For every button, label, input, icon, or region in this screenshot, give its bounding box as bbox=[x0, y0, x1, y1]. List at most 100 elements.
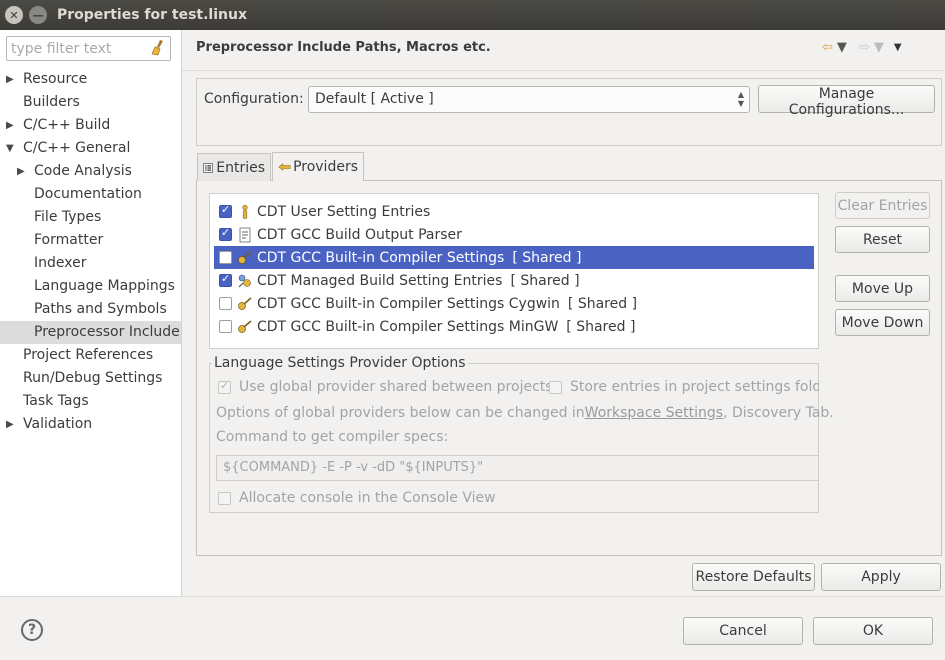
forward-dropdown-icon[interactable]: ▼ bbox=[874, 40, 884, 55]
provider-checkbox[interactable] bbox=[219, 226, 232, 241]
help-icon[interactable]: ? bbox=[21, 619, 43, 641]
providers-icon bbox=[278, 163, 291, 171]
view-menu-icon[interactable]: ▼ bbox=[894, 42, 902, 53]
cancel-button[interactable]: Cancel bbox=[683, 617, 803, 645]
tab-entries-label: Entries bbox=[216, 159, 265, 176]
command-label: Command to get compiler specs: bbox=[216, 429, 449, 445]
window-title: Properties for test.linux bbox=[57, 7, 247, 23]
provider-checkbox[interactable] bbox=[219, 297, 232, 310]
nav-item-label: Documentation bbox=[34, 186, 142, 202]
nav-item[interactable]: File Types bbox=[0, 206, 181, 229]
provider-checkbox[interactable] bbox=[219, 272, 232, 287]
provider-name: CDT Managed Build Setting Entries bbox=[257, 272, 503, 289]
forward-arrow-icon[interactable]: ⇨ bbox=[859, 40, 870, 55]
nav-item[interactable]: ▶ Validation bbox=[0, 413, 181, 436]
manage-configurations-button[interactable]: Manage Configurations... bbox=[758, 85, 935, 118]
allocate-console-checkbox[interactable] bbox=[218, 491, 231, 505]
build-output-icon bbox=[237, 227, 257, 243]
nav-item-label: Project References bbox=[23, 347, 154, 363]
user-settings-icon bbox=[237, 204, 257, 220]
nav-item-label: File Types bbox=[34, 209, 102, 225]
nav-item[interactable]: Task Tags bbox=[0, 390, 181, 413]
use-global-provider-option[interactable]: Use global provider shared between proje… bbox=[218, 379, 553, 395]
collapsed-arrow-icon[interactable]: ▶ bbox=[6, 68, 14, 91]
expanded-arrow-icon[interactable]: ▼ bbox=[6, 137, 14, 160]
provider-checkbox[interactable] bbox=[219, 203, 232, 218]
provider-name: CDT GCC Built-in Compiler Settings MinGW bbox=[257, 318, 559, 335]
provider-row[interactable]: CDT GCC Built-in Compiler Settings [ Shar… bbox=[214, 246, 814, 269]
ok-button[interactable]: OK bbox=[813, 617, 933, 645]
nav-item-label: Task Tags bbox=[23, 393, 89, 409]
apply-button[interactable]: Apply bbox=[821, 563, 941, 591]
store-entries-option[interactable]: Store entries in project settings folde bbox=[549, 379, 819, 395]
workspace-settings-link[interactable]: Workspace Settings bbox=[585, 405, 723, 421]
reset-button[interactable]: Reset bbox=[835, 226, 930, 253]
collapsed-arrow-icon[interactable]: ▶ bbox=[6, 114, 14, 137]
configuration-label: Configuration: bbox=[204, 91, 304, 107]
close-window-button[interactable]: ✕ bbox=[5, 6, 23, 24]
store-entries-label: Store entries in project settings folde bbox=[570, 379, 819, 395]
nav-item[interactable]: ▶ C/C++ Build bbox=[0, 114, 181, 137]
nav-item-label: C/C++ Build bbox=[23, 117, 111, 133]
use-global-provider-checkbox[interactable] bbox=[218, 379, 231, 394]
configuration-select[interactable]: Default [ Active ] ▲ ▼ bbox=[308, 86, 750, 113]
history-nav: ⇦ ▼ ⇨ ▼ ▼ bbox=[822, 40, 902, 55]
nav-item[interactable]: Paths and Symbols bbox=[0, 298, 181, 321]
move-down-button[interactable]: Move Down bbox=[835, 309, 930, 336]
provider-checkbox[interactable] bbox=[219, 320, 232, 333]
nav-item-label: Code Analysis bbox=[34, 163, 132, 179]
nav-item-label: Language Mappings bbox=[34, 278, 175, 294]
provider-row[interactable]: CDT GCC Built-in Compiler Settings MinGW… bbox=[214, 315, 814, 338]
nav-item-label: Formatter bbox=[34, 232, 104, 248]
collapsed-arrow-icon[interactable]: ▶ bbox=[6, 413, 14, 436]
nav-item-label: Preprocessor Include bbox=[34, 324, 180, 340]
tab-entries[interactable]: Entries bbox=[197, 153, 271, 181]
nav-item[interactable]: Documentation bbox=[0, 183, 181, 206]
nav-item[interactable]: Language Mappings bbox=[0, 275, 181, 298]
minimize-window-button[interactable]: — bbox=[29, 6, 47, 24]
nav-item[interactable]: Builders bbox=[0, 91, 181, 114]
allocate-console-option[interactable]: Allocate console in the Console View bbox=[218, 490, 496, 506]
back-dropdown-icon[interactable]: ▼ bbox=[837, 40, 847, 55]
compiler-settings-icon bbox=[237, 296, 257, 312]
tab-providers[interactable]: Providers bbox=[272, 152, 364, 181]
provider-name: CDT User Setting Entries bbox=[257, 203, 431, 220]
nav-item[interactable]: Formatter bbox=[0, 229, 181, 252]
move-up-button[interactable]: Move Up bbox=[835, 275, 930, 302]
nav-item[interactable]: ▶ Resource bbox=[0, 68, 181, 91]
provider-shared-tag: [ Shared ] bbox=[510, 272, 580, 289]
filter-box bbox=[6, 36, 171, 61]
store-entries-checkbox[interactable] bbox=[549, 380, 562, 394]
provider-checkbox[interactable] bbox=[219, 251, 232, 264]
nav-item-label: Run/Debug Settings bbox=[23, 370, 163, 386]
provider-row[interactable]: CDT User Setting Entries bbox=[214, 200, 814, 223]
compiler-specs-command-input[interactable]: ${COMMAND} -E -P -v -dD "${INPUTS}" bbox=[216, 455, 819, 481]
provider-shared-tag: [ Shared ] bbox=[566, 318, 636, 335]
collapsed-arrow-icon[interactable]: ▶ bbox=[17, 160, 25, 183]
back-arrow-icon[interactable]: ⇦ bbox=[822, 40, 833, 55]
nav-tree: ▶ Resource Builders ▶ C/C++ Build ▼ C/C++ Gene… bbox=[0, 68, 181, 436]
restore-defaults-button[interactable]: Restore Defaults bbox=[692, 563, 815, 591]
nav-item[interactable]: Indexer bbox=[0, 252, 181, 275]
clear-entries-button[interactable]: Clear Entries bbox=[835, 192, 930, 219]
nav-item[interactable]: Preprocessor Include bbox=[0, 321, 181, 344]
nav-item-label: Indexer bbox=[34, 255, 87, 271]
nav-item-label: Paths and Symbols bbox=[34, 301, 167, 317]
provider-shared-tag: [ Shared ] bbox=[512, 249, 582, 266]
filter-input[interactable] bbox=[7, 37, 147, 60]
provider-row[interactable]: CDT GCC Build Output Parser bbox=[214, 223, 814, 246]
nav-item-label: C/C++ General bbox=[23, 140, 131, 156]
nav-item[interactable]: ▼ C/C++ General bbox=[0, 137, 181, 160]
provider-row[interactable]: CDT GCC Built-in Compiler Settings Cygwi… bbox=[214, 292, 814, 315]
providers-list[interactable]: CDT User Setting Entries CDT GCC Build Ou… bbox=[209, 193, 819, 349]
nav-item[interactable]: ▶ Code Analysis bbox=[0, 160, 181, 183]
compiler-settings-icon bbox=[237, 250, 257, 266]
nav-item[interactable]: Project References bbox=[0, 344, 181, 367]
provider-name: CDT GCC Built-in Compiler Settings Cygwi… bbox=[257, 295, 560, 312]
property-nav-pane: ▶ Resource Builders ▶ C/C++ Build ▼ C/C++ Gene… bbox=[0, 30, 182, 596]
nav-item[interactable]: Run/Debug Settings bbox=[0, 367, 181, 390]
close-icon: ✕ bbox=[9, 8, 19, 22]
provider-row[interactable]: CDT Managed Build Setting Entries [ Share… bbox=[214, 269, 814, 292]
clear-filter-icon[interactable] bbox=[150, 39, 166, 57]
provider-options-legend: Language Settings Provider Options bbox=[212, 355, 468, 371]
